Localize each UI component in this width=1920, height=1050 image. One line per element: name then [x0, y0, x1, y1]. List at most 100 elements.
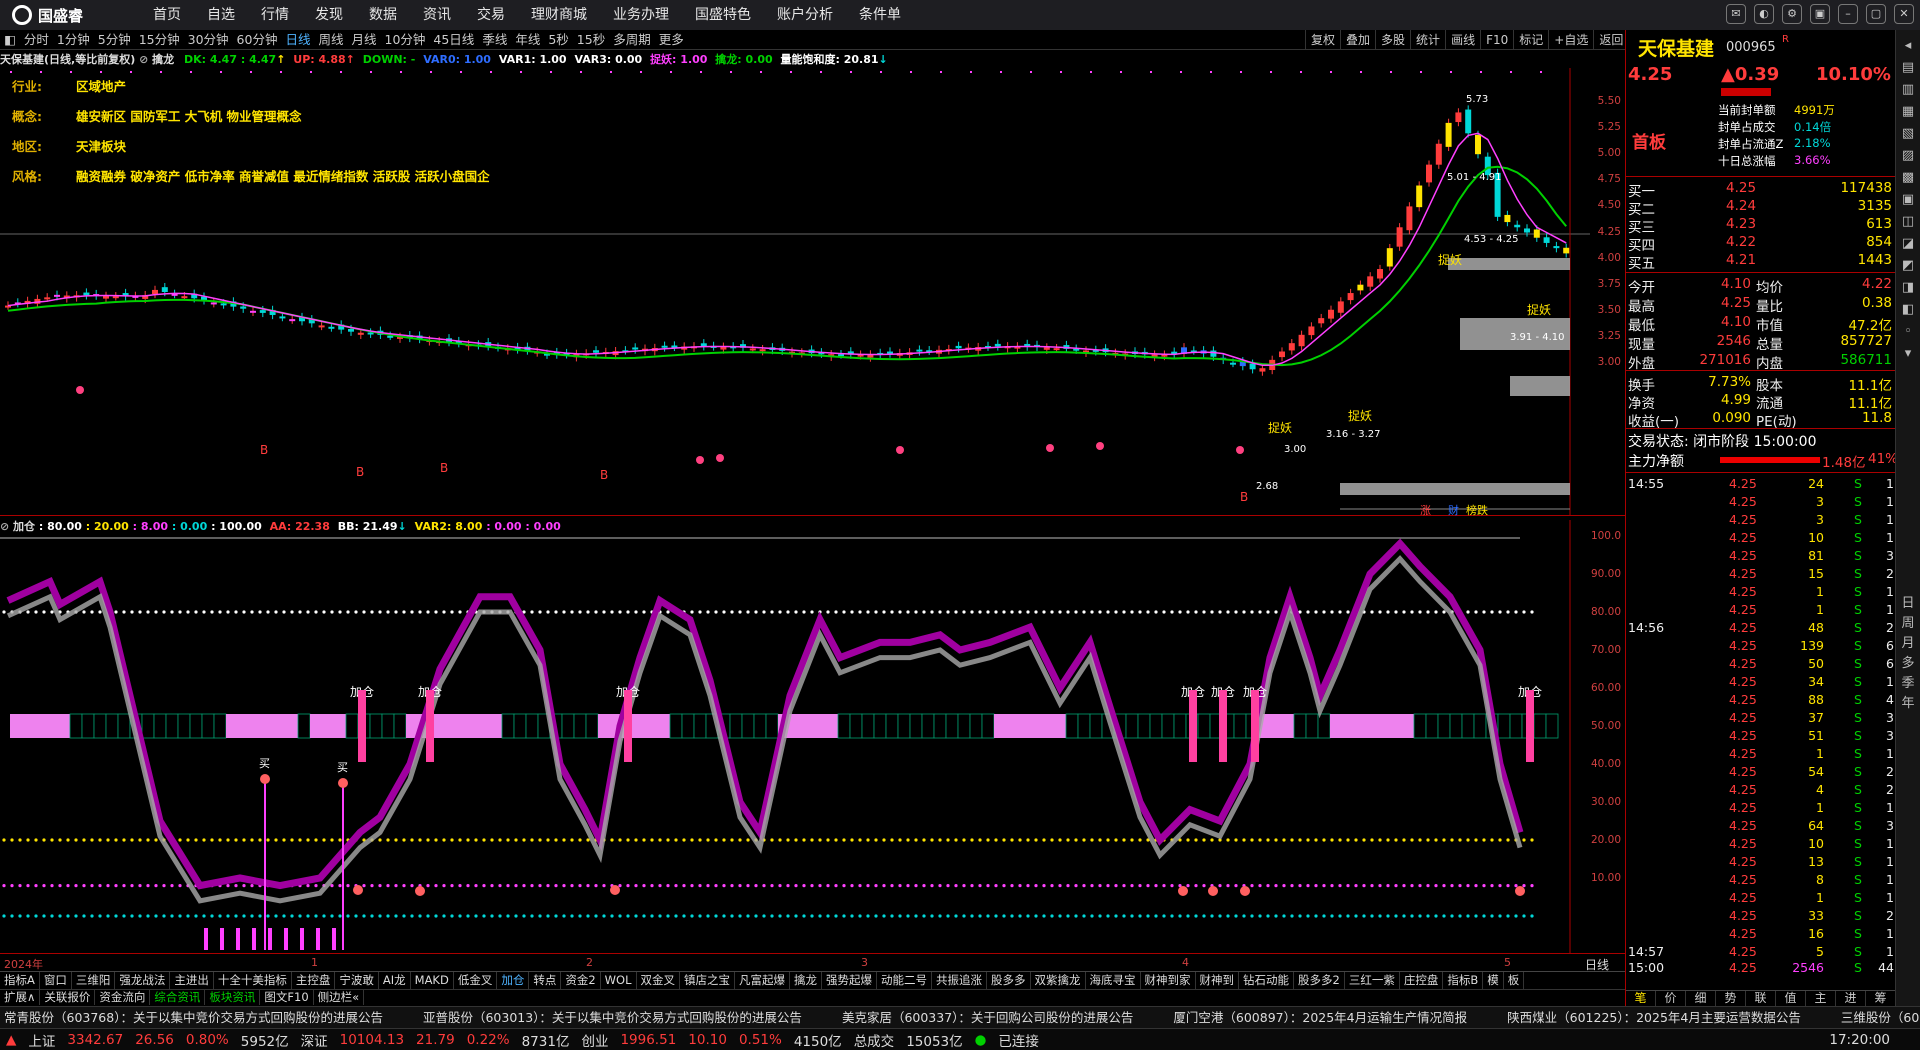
- side-tool-icon[interactable]: ◦: [1896, 322, 1920, 342]
- sub-indicator-name[interactable]: 加仓: [13, 520, 35, 533]
- indicator-tab[interactable]: 镇店之宝: [680, 972, 735, 989]
- quote-tab[interactable]: 筹: [1866, 991, 1896, 1006]
- extension-tab[interactable]: 扩展∧: [0, 990, 41, 1005]
- indicator-tab[interactable]: 双金叉: [637, 972, 680, 989]
- indicator-tab[interactable]: 三维阳: [72, 972, 116, 989]
- period-tab[interactable]: 1分钟: [53, 30, 94, 50]
- indicator-tab[interactable]: 财神到家: [1141, 972, 1196, 989]
- side-tool-icon[interactable]: ◨: [1896, 278, 1920, 298]
- period-tab[interactable]: 15秒: [573, 30, 609, 50]
- indicator-tab[interactable]: 资金2: [561, 972, 601, 989]
- news-item[interactable]: 常青股份（603768）：关于以集中竞价交易方式回购股份的进展公告: [4, 1007, 383, 1028]
- indicator-tab[interactable]: 十全十美指标: [214, 972, 292, 989]
- info-value[interactable]: 区域地产: [76, 79, 126, 94]
- info-value[interactable]: 雄安新区 国防军工 大飞机 物业管理概念: [76, 109, 302, 124]
- maximize-icon[interactable]: ▢: [1866, 4, 1886, 24]
- quote-tab[interactable]: 势: [1716, 991, 1746, 1006]
- indicator-tab[interactable]: 指标A: [0, 972, 40, 989]
- lock-icon[interactable]: ▣: [1810, 4, 1830, 24]
- menu-item[interactable]: 发现: [302, 0, 356, 30]
- side-tool-icon[interactable]: ▨: [1896, 146, 1920, 166]
- news-item[interactable]: 陕西煤业（601225）：2025年4月主要运营数据公告: [1507, 1007, 1801, 1028]
- menu-item[interactable]: 数据: [356, 0, 410, 30]
- extension-tab[interactable]: 侧边栏«: [314, 990, 365, 1005]
- menu-item[interactable]: 首页: [140, 0, 194, 30]
- news-item[interactable]: 亚普股份（603013）：关于以集中竞价交易方式回购股份的进展公告: [423, 1007, 802, 1028]
- extension-tab[interactable]: 图文F10: [260, 990, 314, 1005]
- chart-tool-button[interactable]: 标记: [1513, 30, 1548, 50]
- quote-tab[interactable]: 值: [1776, 991, 1806, 1006]
- info-value[interactable]: 天津板块: [76, 139, 126, 154]
- extension-tab[interactable]: 关联报价: [40, 990, 96, 1005]
- indicator-tab[interactable]: 转点: [529, 972, 562, 989]
- indicator-tab[interactable]: 共振追涨: [932, 972, 987, 989]
- side-tool-icon[interactable]: ◧: [1896, 300, 1920, 320]
- indicator-tab[interactable]: 加仓: [497, 972, 530, 989]
- sub-indicator-canvas[interactable]: 加仓加仓加仓加仓加仓加仓加仓买买: [0, 520, 1590, 953]
- sub-indicator-chart[interactable]: 加仓加仓加仓加仓加仓加仓加仓买买: [0, 520, 1625, 953]
- period-tab[interactable]: 日线: [281, 30, 314, 50]
- extension-tab[interactable]: 资金流向: [95, 990, 151, 1005]
- indicator-tab[interactable]: 指标B: [1443, 972, 1484, 989]
- indicator-tab[interactable]: 窗口: [40, 972, 72, 989]
- indicator-tab[interactable]: 财神到: [1196, 972, 1239, 989]
- menu-item[interactable]: 条件单: [846, 0, 914, 30]
- indicator-tab[interactable]: 低金叉: [454, 972, 498, 989]
- quote-tab[interactable]: 进: [1836, 991, 1866, 1006]
- side-tool-icon[interactable]: ◩: [1896, 256, 1920, 276]
- news-item[interactable]: 厦门空港（600897）：2025年4月运输生产情况简报: [1173, 1007, 1467, 1028]
- chart-tool-button[interactable]: 复权: [1305, 30, 1340, 50]
- side-period-tab[interactable]: 月: [1896, 634, 1920, 654]
- menu-item[interactable]: 账户分析: [764, 0, 846, 30]
- menu-item[interactable]: 交易: [464, 0, 518, 30]
- indicator-tab[interactable]: 海底寻宝: [1086, 972, 1141, 989]
- period-tab[interactable]: 45日线: [429, 30, 478, 50]
- indicator-tab[interactable]: 宁波敢: [335, 972, 379, 989]
- close-icon[interactable]: ✕: [1894, 4, 1914, 24]
- extension-tab[interactable]: 综合资讯: [150, 990, 206, 1005]
- period-tab[interactable]: 60分钟: [233, 30, 282, 50]
- indicator-tab[interactable]: 双紫擒龙: [1031, 972, 1086, 989]
- indicator-tab[interactable]: 钻石动能: [1239, 972, 1294, 989]
- indicator-tab[interactable]: 擒龙: [790, 972, 822, 989]
- side-tool-icon[interactable]: ▩: [1896, 168, 1920, 188]
- skin-icon[interactable]: ◐: [1754, 4, 1774, 24]
- indicator-tab[interactable]: 主进出: [170, 972, 214, 989]
- quote-tab[interactable]: 细: [1686, 991, 1716, 1006]
- indicator-tab[interactable]: 板: [1504, 972, 1525, 989]
- cy-name[interactable]: 创业: [581, 1030, 608, 1050]
- indicator-tab[interactable]: 动能二号: [877, 972, 932, 989]
- menu-item[interactable]: 国盛特色: [682, 0, 764, 30]
- indicator-tab[interactable]: AI龙: [379, 972, 411, 989]
- settings-icon[interactable]: ⚙: [1782, 4, 1802, 24]
- menu-item[interactable]: 资讯: [410, 0, 464, 30]
- indicator-tab[interactable]: WOL: [601, 972, 637, 989]
- quote-tab[interactable]: 联: [1746, 991, 1776, 1006]
- indicator-tab[interactable]: 主控盘: [292, 972, 336, 989]
- indicator-tab[interactable]: 三红一紫: [1345, 972, 1400, 989]
- menu-item[interactable]: 业务办理: [600, 0, 682, 30]
- period-tab[interactable]: 5分钟: [94, 30, 135, 50]
- info-value[interactable]: 融资融券 破净资产 低市净率 商誉减值 最近情绪指数 活跃股 活跃小盘国企: [76, 169, 490, 184]
- side-period-tab[interactable]: 周: [1896, 614, 1920, 634]
- news-item[interactable]: 美克家居（600337）：关于回购公司股份的进展公告: [842, 1007, 1133, 1028]
- side-period-tab[interactable]: 日: [1896, 594, 1920, 614]
- chart-tool-button[interactable]: F10: [1480, 30, 1513, 50]
- period-tab[interactable]: 年线: [511, 30, 544, 50]
- side-tool-icon[interactable]: ▧: [1896, 124, 1920, 144]
- indicator-tab[interactable]: 模: [1483, 972, 1504, 989]
- chart-tool-button[interactable]: 返回: [1593, 30, 1628, 50]
- side-period-tab[interactable]: 多: [1896, 654, 1920, 674]
- side-tool-icon[interactable]: ◫: [1896, 212, 1920, 232]
- minimize-icon[interactable]: –: [1838, 4, 1858, 24]
- side-tool-icon[interactable]: ▣: [1896, 190, 1920, 210]
- period-tab[interactable]: 更多: [655, 30, 688, 50]
- chart-tool-button[interactable]: +自选: [1548, 30, 1593, 50]
- indicator-name[interactable]: 擒龙: [152, 53, 174, 66]
- menu-item[interactable]: 理财商城: [518, 0, 600, 30]
- quote-tab[interactable]: 笔: [1626, 991, 1656, 1006]
- period-tab[interactable]: 10分钟: [381, 30, 430, 50]
- quote-tab[interactable]: 主: [1806, 991, 1836, 1006]
- menu-item[interactable]: 自选: [194, 0, 248, 30]
- indicator-tab[interactable]: 股多多2: [1294, 972, 1345, 989]
